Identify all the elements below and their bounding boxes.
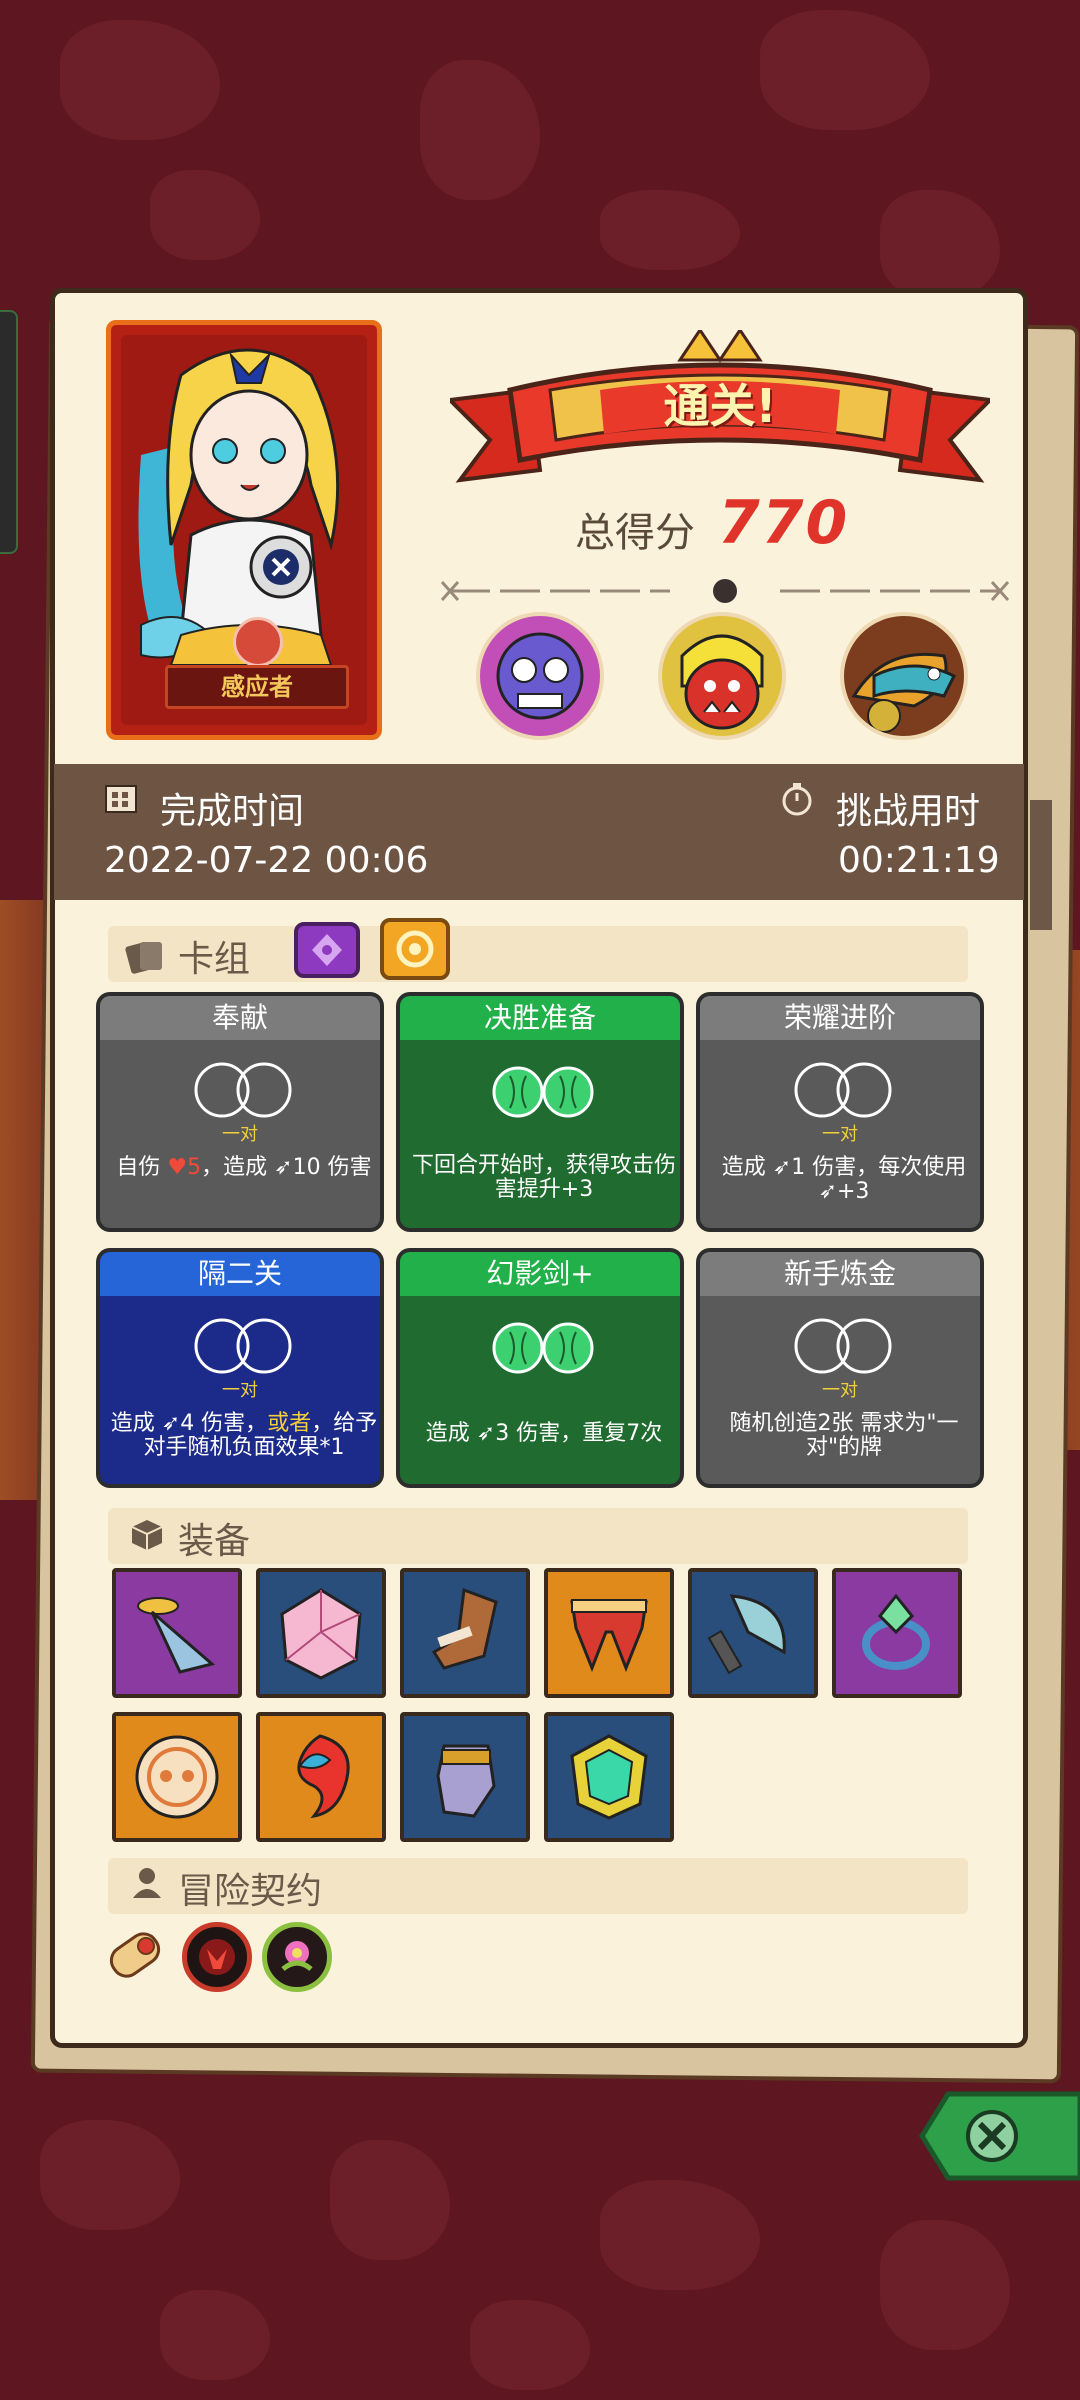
card-phantom-sword[interactable]: 幻影剑+ 造成 ➶3 伤害，重复7次 [396, 1248, 684, 1488]
card-description: 造成 ➶4 伤害，或者，给予对手随机负面效果*1 [110, 1411, 378, 1460]
equipment-boot-icon[interactable] [400, 1568, 530, 1698]
deck-filter-purple-icon[interactable] [294, 922, 360, 978]
equipment-coin-icon[interactable] [112, 1712, 242, 1842]
calendar-icon [105, 785, 137, 813]
boss-portrait-3[interactable] [840, 612, 968, 740]
hero-emblem-icon [233, 617, 283, 667]
close-button[interactable] [918, 2090, 1080, 2182]
card-novice-alchemy[interactable]: 新手炼金 一对 随机创造2张 需求为"一对"的牌 [696, 1248, 984, 1488]
card-title: 决胜准备 [400, 996, 680, 1040]
equipment-title: 装备 [178, 1521, 251, 1562]
equipment-drill-icon[interactable] [112, 1568, 242, 1698]
orb-requirement-icon [492, 1066, 594, 1118]
clear-banner-text: 通关! [663, 379, 777, 433]
challenge-time-label: 挑战用时 [836, 791, 981, 832]
health-icon: ♥5 [167, 1155, 202, 1180]
equipment-gauntlet-icon[interactable] [400, 1712, 530, 1842]
stopwatch-icon [782, 783, 812, 816]
equipment-armor-icon[interactable] [544, 1568, 674, 1698]
challenge-time-value: 00:21:19 [838, 840, 1000, 881]
pair-requirement-icon [794, 1318, 892, 1374]
card-description: 造成 ➶3 伤害，重复7次 [425, 1421, 663, 1446]
card-title: 荣耀进阶 [700, 996, 980, 1040]
box-icon [131, 1520, 163, 1550]
card-title: 隔二关 [100, 1252, 380, 1296]
card-skip-two[interactable]: 隔二关 一对 造成 ➶4 伤害，或者，给予对手随机负面效果*1 [96, 1248, 384, 1488]
card-description: 随机创造2张 需求为"一对"的牌 [729, 1411, 959, 1460]
pair-requirement-icon [794, 1062, 892, 1118]
deck-title: 卡组 [178, 939, 251, 980]
person-icon [133, 1868, 161, 1898]
equipment-fire-spirit-icon[interactable] [256, 1712, 386, 1842]
hero-portrait: 感应者 [106, 320, 382, 740]
complete-time-value: 2022-07-22 00:06 [104, 840, 429, 881]
card-title: 奉献 [100, 996, 380, 1040]
panel-scroll-tab [1030, 800, 1052, 930]
equipment-cleaver-icon[interactable] [688, 1568, 818, 1698]
flower-contract-icon[interactable] [262, 1922, 332, 1992]
equipment-gem-icon[interactable] [544, 1712, 674, 1842]
card-title: 新手炼金 [700, 1252, 980, 1296]
demon-contract-icon[interactable] [182, 1922, 252, 1992]
card-requirement: 一对 [822, 1380, 858, 1401]
card-glory-advance[interactable]: 荣耀进阶 一对 造成 ➶1 伤害，每次使用➶+3 [696, 992, 984, 1232]
card-devotion[interactable]: 奉献 一对 自伤 ♥5，造成 ➶10 伤害 [96, 992, 384, 1232]
boss-divider [440, 579, 1010, 603]
card-requirement: 一对 [222, 1124, 258, 1145]
card-title: 幻影剑+ [400, 1252, 680, 1296]
pair-requirement-icon [194, 1062, 292, 1118]
hero-name: 感应者 [165, 665, 349, 709]
orb-requirement-icon [492, 1322, 594, 1374]
complete-time-label: 完成时间 [160, 791, 305, 832]
deck-filter-orange-icon[interactable] [380, 918, 450, 980]
left-edge-tab [0, 310, 18, 554]
equipment-dice-icon[interactable] [256, 1568, 386, 1698]
contracts-title: 冒险契约 [178, 1871, 323, 1912]
scroll-contract-icon[interactable] [100, 1920, 174, 1996]
score-value: 770 [718, 488, 850, 558]
clear-banner: 通关! [445, 327, 995, 490]
card-decisive-prep[interactable]: 决胜准备 下回合开始时，获得攻击伤害提升+3 [396, 992, 684, 1232]
card-requirement: 一对 [822, 1124, 858, 1145]
boss-portrait-1[interactable] [476, 612, 604, 740]
cards-icon [125, 942, 162, 974]
card-description: 自伤 ♥5，造成 ➶10 伤害 [116, 1155, 372, 1180]
equipment-ring-icon[interactable] [832, 1568, 962, 1698]
score-label: 总得分 [575, 510, 695, 556]
card-description: 下回合开始时，获得攻击伤害提升+3 [411, 1153, 676, 1202]
card-description: 造成 ➶1 伤害，每次使用➶+3 [721, 1155, 967, 1204]
card-requirement: 一对 [222, 1380, 258, 1401]
pair-requirement-icon [194, 1318, 292, 1374]
boss-portrait-2[interactable] [658, 612, 786, 740]
